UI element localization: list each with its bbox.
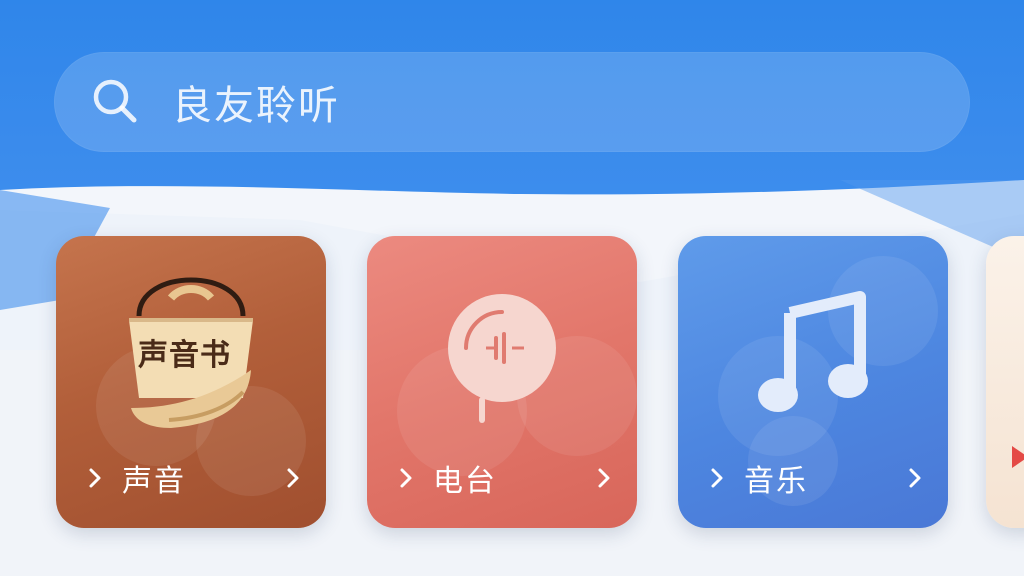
search-icon bbox=[88, 74, 144, 130]
music-note-icon bbox=[678, 258, 948, 448]
card-partial[interactable] bbox=[986, 236, 1024, 528]
radio-microphone-icon bbox=[367, 258, 637, 448]
search-placeholder: 良友聆听 bbox=[172, 83, 340, 129]
card-sound[interactable]: 声音书 声音 bbox=[56, 236, 326, 528]
book-icon-text: 声音书 bbox=[138, 338, 231, 373]
chevron-right-icon bbox=[395, 467, 417, 489]
chevron-right-icon bbox=[904, 467, 926, 489]
search-bar[interactable]: 良友聆听 bbox=[54, 52, 970, 152]
card-music[interactable]: 音乐 bbox=[678, 236, 948, 528]
card-label: 音乐 bbox=[744, 464, 808, 499]
chevron-right-icon bbox=[282, 467, 304, 489]
card-label: 声音 bbox=[122, 464, 186, 499]
card-label: 电台 bbox=[433, 464, 497, 499]
card-radio[interactable]: 电台 bbox=[367, 236, 637, 528]
chevron-right-icon bbox=[706, 467, 728, 489]
chevron-right-icon bbox=[593, 467, 615, 489]
chevron-right-icon bbox=[84, 467, 106, 489]
play-icon bbox=[1012, 446, 1024, 468]
